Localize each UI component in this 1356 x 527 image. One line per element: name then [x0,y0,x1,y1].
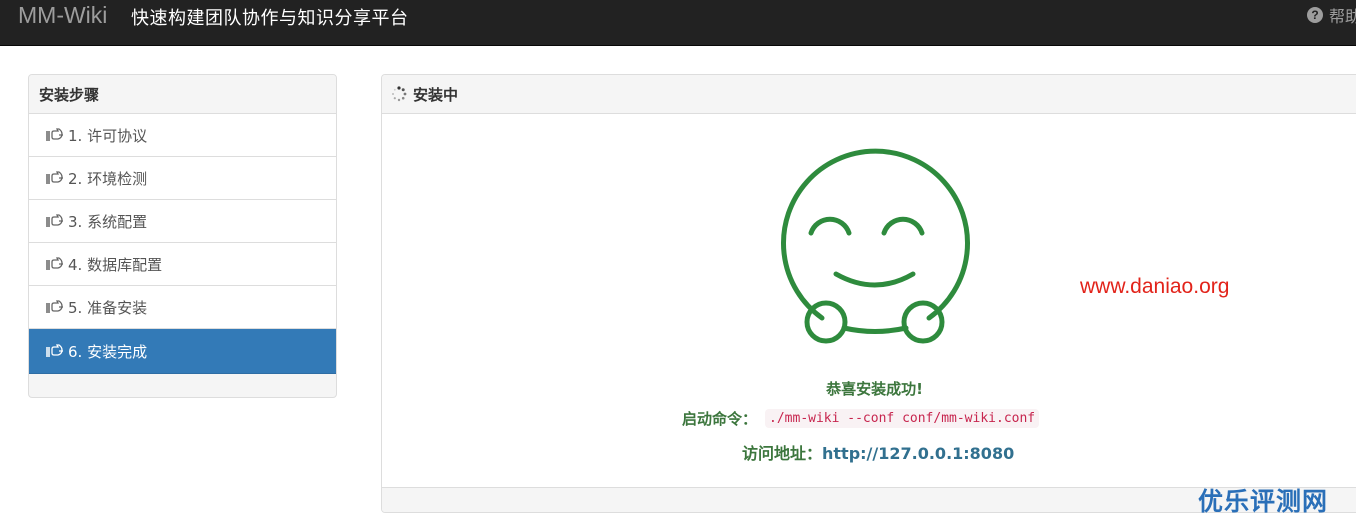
step-label: 6. 安装完成 [68,342,148,361]
hand-pointing-right-icon [46,344,63,357]
step-item-prepare-install[interactable]: 5. 准备安装 [29,286,336,329]
watermark-logo-text: 优乐评测网 [1198,487,1329,516]
start-command-row: 启动命令： ./mm-wiki --conf conf/mm-wiki.conf [682,408,1040,429]
access-url-value[interactable]: http://127.0.0.1:8080 [822,444,1014,463]
main-panel-heading: 安装中 [382,75,1356,114]
help-label: 帮助 [1329,7,1356,26]
watermark-site-url: www.daniao.org [1080,275,1230,298]
navbar-tagline: 快速构建团队协作与知识分享平台 [131,8,409,29]
step-item-license[interactable]: 1. 许可协议 [29,114,336,157]
step-item-env-check[interactable]: 2. 环境检测 [29,157,336,200]
success-message: 恭喜安装成功! [826,380,923,398]
question-circle-icon: ? [1307,7,1323,23]
hand-pointing-right-icon [46,300,63,313]
hand-pointing-right-icon [46,171,63,184]
step-item-install-complete[interactable]: 6. 安装完成 [29,329,336,374]
access-url-label: 访问地址： [742,444,823,463]
brand-logo-text[interactable]: MM-Wiki [18,2,107,29]
hand-pointing-right-icon [46,128,63,141]
step-label: 4. 数据库配置 [68,255,163,274]
help-link[interactable]: ? 帮助 [1307,5,1356,26]
hand-pointing-right-icon [46,257,63,270]
step-label: 1. 许可协议 [68,126,148,145]
smiley-face-icon [781,148,970,344]
install-steps-panel: 安装步骤 1. 许可协议 2. 环境检测 3. 系统配置 4. 数据库配置 5.… [28,74,337,398]
start-command-label: 启动命令： [682,410,758,428]
step-item-system-config[interactable]: 3. 系统配置 [29,200,336,243]
hand-pointing-right-icon [46,214,63,227]
steps-panel-title: 安装步骤 [29,75,336,114]
spinner-icon [392,86,407,102]
access-url-row: 访问地址：http://127.0.0.1:8080 [742,440,1014,464]
step-label: 3. 系统配置 [68,212,148,231]
main-panel-title: 安装中 [413,85,459,104]
step-label: 2. 环境检测 [68,169,148,188]
top-navbar: MM-Wiki 快速构建团队协作与知识分享平台 ? 帮助 [0,0,1356,46]
start-command-code: ./mm-wiki --conf conf/mm-wiki.conf [765,409,1040,428]
step-item-database-config[interactable]: 4. 数据库配置 [29,243,336,286]
step-label: 5. 准备安装 [68,298,148,317]
